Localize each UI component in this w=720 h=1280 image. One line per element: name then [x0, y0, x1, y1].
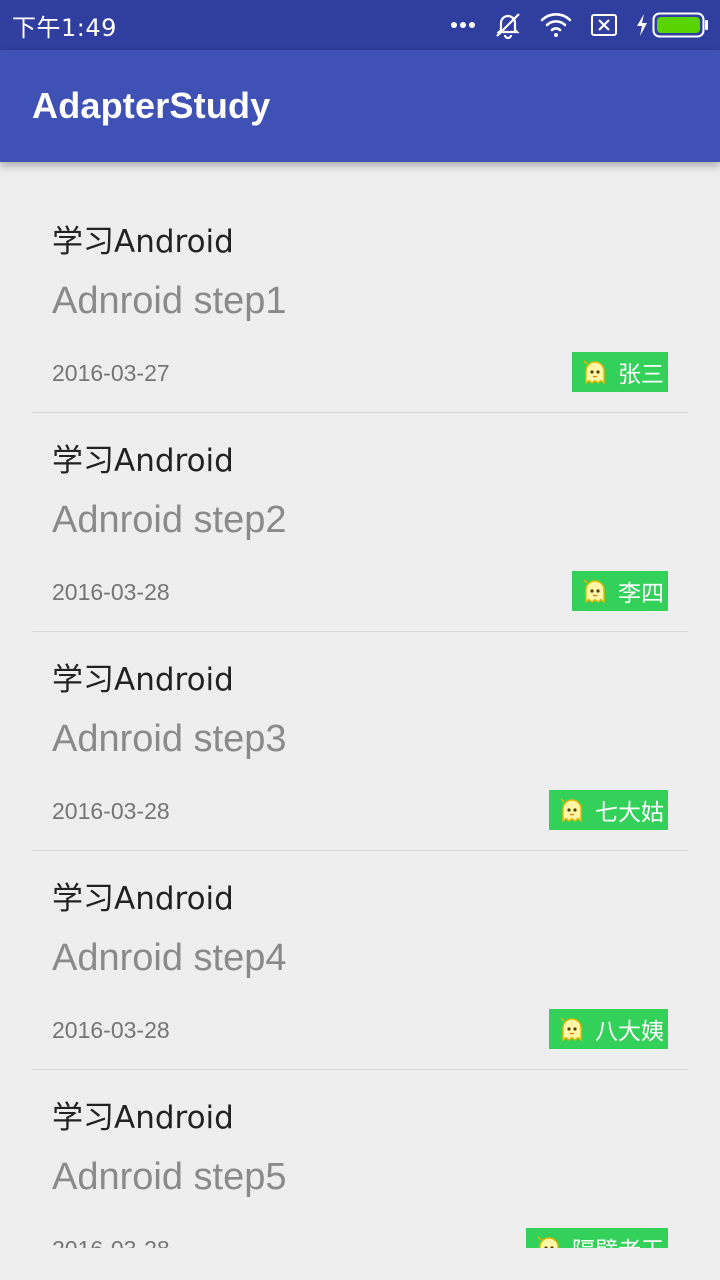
- item-step: Adnroid step5: [52, 1156, 287, 1198]
- author-name: 李四: [618, 581, 664, 607]
- mute-icon: [494, 11, 522, 39]
- item-step: Adnroid step2: [52, 499, 287, 541]
- status-bar: 下午1:49: [0, 0, 720, 50]
- item-title: 学习Android: [52, 881, 234, 917]
- item-step: Adnroid step1: [52, 280, 287, 322]
- sim-x-icon: [590, 13, 618, 37]
- author-tag: 八大姨: [549, 1009, 668, 1049]
- ghost-icon: [559, 1016, 585, 1042]
- list-item[interactable]: 学习Android Adnroid step3 2016-03-28 七大姑: [32, 632, 688, 851]
- wifi-icon: [540, 12, 572, 38]
- item-date: 2016-03-28: [52, 1236, 170, 1248]
- item-date: 2016-03-27: [52, 360, 170, 386]
- author-name: 七大姑: [595, 800, 664, 826]
- status-time: 下午1:49: [12, 13, 117, 42]
- item-title: 学习Android: [52, 224, 234, 260]
- app-title: AdapterStudy: [32, 85, 271, 126]
- item-step: Adnroid step3: [52, 718, 287, 760]
- author-tag: 七大姑: [549, 790, 668, 830]
- battery-group: [636, 12, 708, 38]
- more-dots-icon: [450, 21, 476, 29]
- ghost-icon: [536, 1235, 562, 1248]
- list-item[interactable]: 学习Android Adnroid step5 2016-03-28 隔壁老王: [32, 1070, 688, 1248]
- item-title: 学习Android: [52, 662, 234, 698]
- list-item[interactable]: 学习Android Adnroid step4 2016-03-28 八大姨: [32, 851, 688, 1070]
- author-name: 张三: [618, 362, 664, 388]
- item-date: 2016-03-28: [52, 1017, 170, 1043]
- app-bar: AdapterStudy: [0, 50, 720, 162]
- item-title: 学习Android: [52, 1100, 234, 1136]
- author-name: 八大姨: [595, 1019, 664, 1045]
- item-title: 学习Android: [52, 443, 234, 479]
- item-date: 2016-03-28: [52, 579, 170, 605]
- item-step: Adnroid step4: [52, 937, 287, 979]
- list-item[interactable]: 学习Android Adnroid step2 2016-03-28 李四: [32, 413, 688, 632]
- item-list: 学习Android Adnroid step1 2016-03-27 张三 学习…: [32, 194, 688, 1248]
- list-item[interactable]: 学习Android Adnroid step1 2016-03-27 张三: [32, 194, 688, 413]
- author-name: 隔壁老王: [572, 1231, 664, 1248]
- item-date: 2016-03-28: [52, 798, 170, 824]
- ghost-icon: [582, 578, 608, 604]
- ghost-icon: [582, 359, 608, 385]
- author-tag: 张三: [572, 352, 668, 392]
- author-tag: 隔壁老王: [526, 1228, 668, 1248]
- charging-icon: [636, 14, 648, 36]
- status-icons: [450, 11, 708, 39]
- author-tag: 李四: [572, 571, 668, 611]
- battery-icon: [652, 12, 708, 38]
- list-viewport[interactable]: 学习Android Adnroid step1 2016-03-27 张三 学习…: [0, 162, 720, 1248]
- ghost-icon: [559, 797, 585, 823]
